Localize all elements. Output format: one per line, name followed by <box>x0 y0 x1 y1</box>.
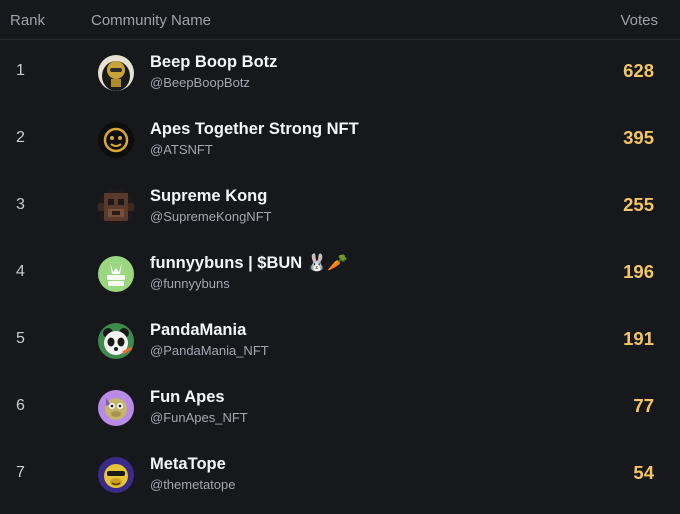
community-handle[interactable]: @funnyybuns <box>150 276 230 291</box>
rank-number: 1 <box>16 62 25 79</box>
community-name[interactable]: Beep Boop Botz <box>150 53 277 72</box>
purple-ape-avatar-icon[interactable] <box>98 390 134 426</box>
pixel-kong-avatar-icon[interactable] <box>98 189 134 225</box>
community-name[interactable]: funnyybuns | $BUN 🐰🥕 <box>150 254 348 273</box>
gold-robot-avatar-icon[interactable] <box>98 55 134 91</box>
rank-number: 5 <box>16 330 25 347</box>
community-handle[interactable]: @BeepBoopBotz <box>150 75 250 90</box>
rank-number: 2 <box>16 129 25 146</box>
rank-number: 4 <box>16 263 25 280</box>
community-name[interactable]: Apes Together Strong NFT <box>150 120 359 139</box>
community-name[interactable]: PandaMania <box>150 321 246 340</box>
gold-ape-avatar-icon[interactable] <box>98 122 134 158</box>
table-row[interactable]: 6 Fun Apes @FunApes_NFT 77 <box>0 375 680 442</box>
rank-number: 6 <box>16 397 25 414</box>
community-name[interactable]: Supreme Kong <box>150 187 267 206</box>
community-handle[interactable]: @SupremeKongNFT <box>150 209 272 224</box>
community-handle[interactable]: @FunApes_NFT <box>150 410 248 425</box>
rank-number: 3 <box>16 196 25 213</box>
table-row[interactable]: 1 Beep Boop Botz @BeepBoopBotz 628 <box>0 40 680 107</box>
vote-count: 196 <box>623 261 654 282</box>
rank-number: 7 <box>16 464 25 481</box>
community-handle[interactable]: @ATSNFT <box>150 142 213 157</box>
community-name[interactable]: Fun Apes <box>150 388 225 407</box>
vote-count: 54 <box>633 462 654 483</box>
table-row[interactable]: 3 Supreme Kong @SupremeKongNFT 255 <box>0 174 680 241</box>
panda-avatar-icon[interactable] <box>98 323 134 359</box>
green-bunny-avatar-icon[interactable] <box>98 256 134 292</box>
rank-column-header[interactable]: Rank <box>10 12 45 29</box>
table-header: Rank Community Name Votes <box>0 0 680 40</box>
table-row[interactable]: 4 funnyybuns | $BUN 🐰🥕 @funnyybuns 196 <box>0 241 680 308</box>
vote-count: 628 <box>623 60 654 81</box>
votes-column-header[interactable]: Votes <box>620 12 658 29</box>
community-name-column-header[interactable]: Community Name <box>91 12 211 29</box>
vote-count: 191 <box>623 328 654 349</box>
table-row[interactable]: 5 PandaMania @PandaMania_NFT 191 <box>0 308 680 375</box>
purple-monkey-avatar-icon[interactable] <box>98 457 134 493</box>
vote-count: 255 <box>623 194 654 215</box>
community-handle[interactable]: @themetatope <box>150 477 235 492</box>
vote-count: 395 <box>623 127 654 148</box>
community-name[interactable]: MetaTope <box>150 455 226 474</box>
table-row[interactable]: 2 Apes Together Strong NFT @ATSNFT 395 <box>0 107 680 174</box>
community-handle[interactable]: @PandaMania_NFT <box>150 343 269 358</box>
vote-count: 77 <box>633 395 654 416</box>
table-row[interactable]: 7 MetaTope @themetatope 54 <box>0 442 680 509</box>
